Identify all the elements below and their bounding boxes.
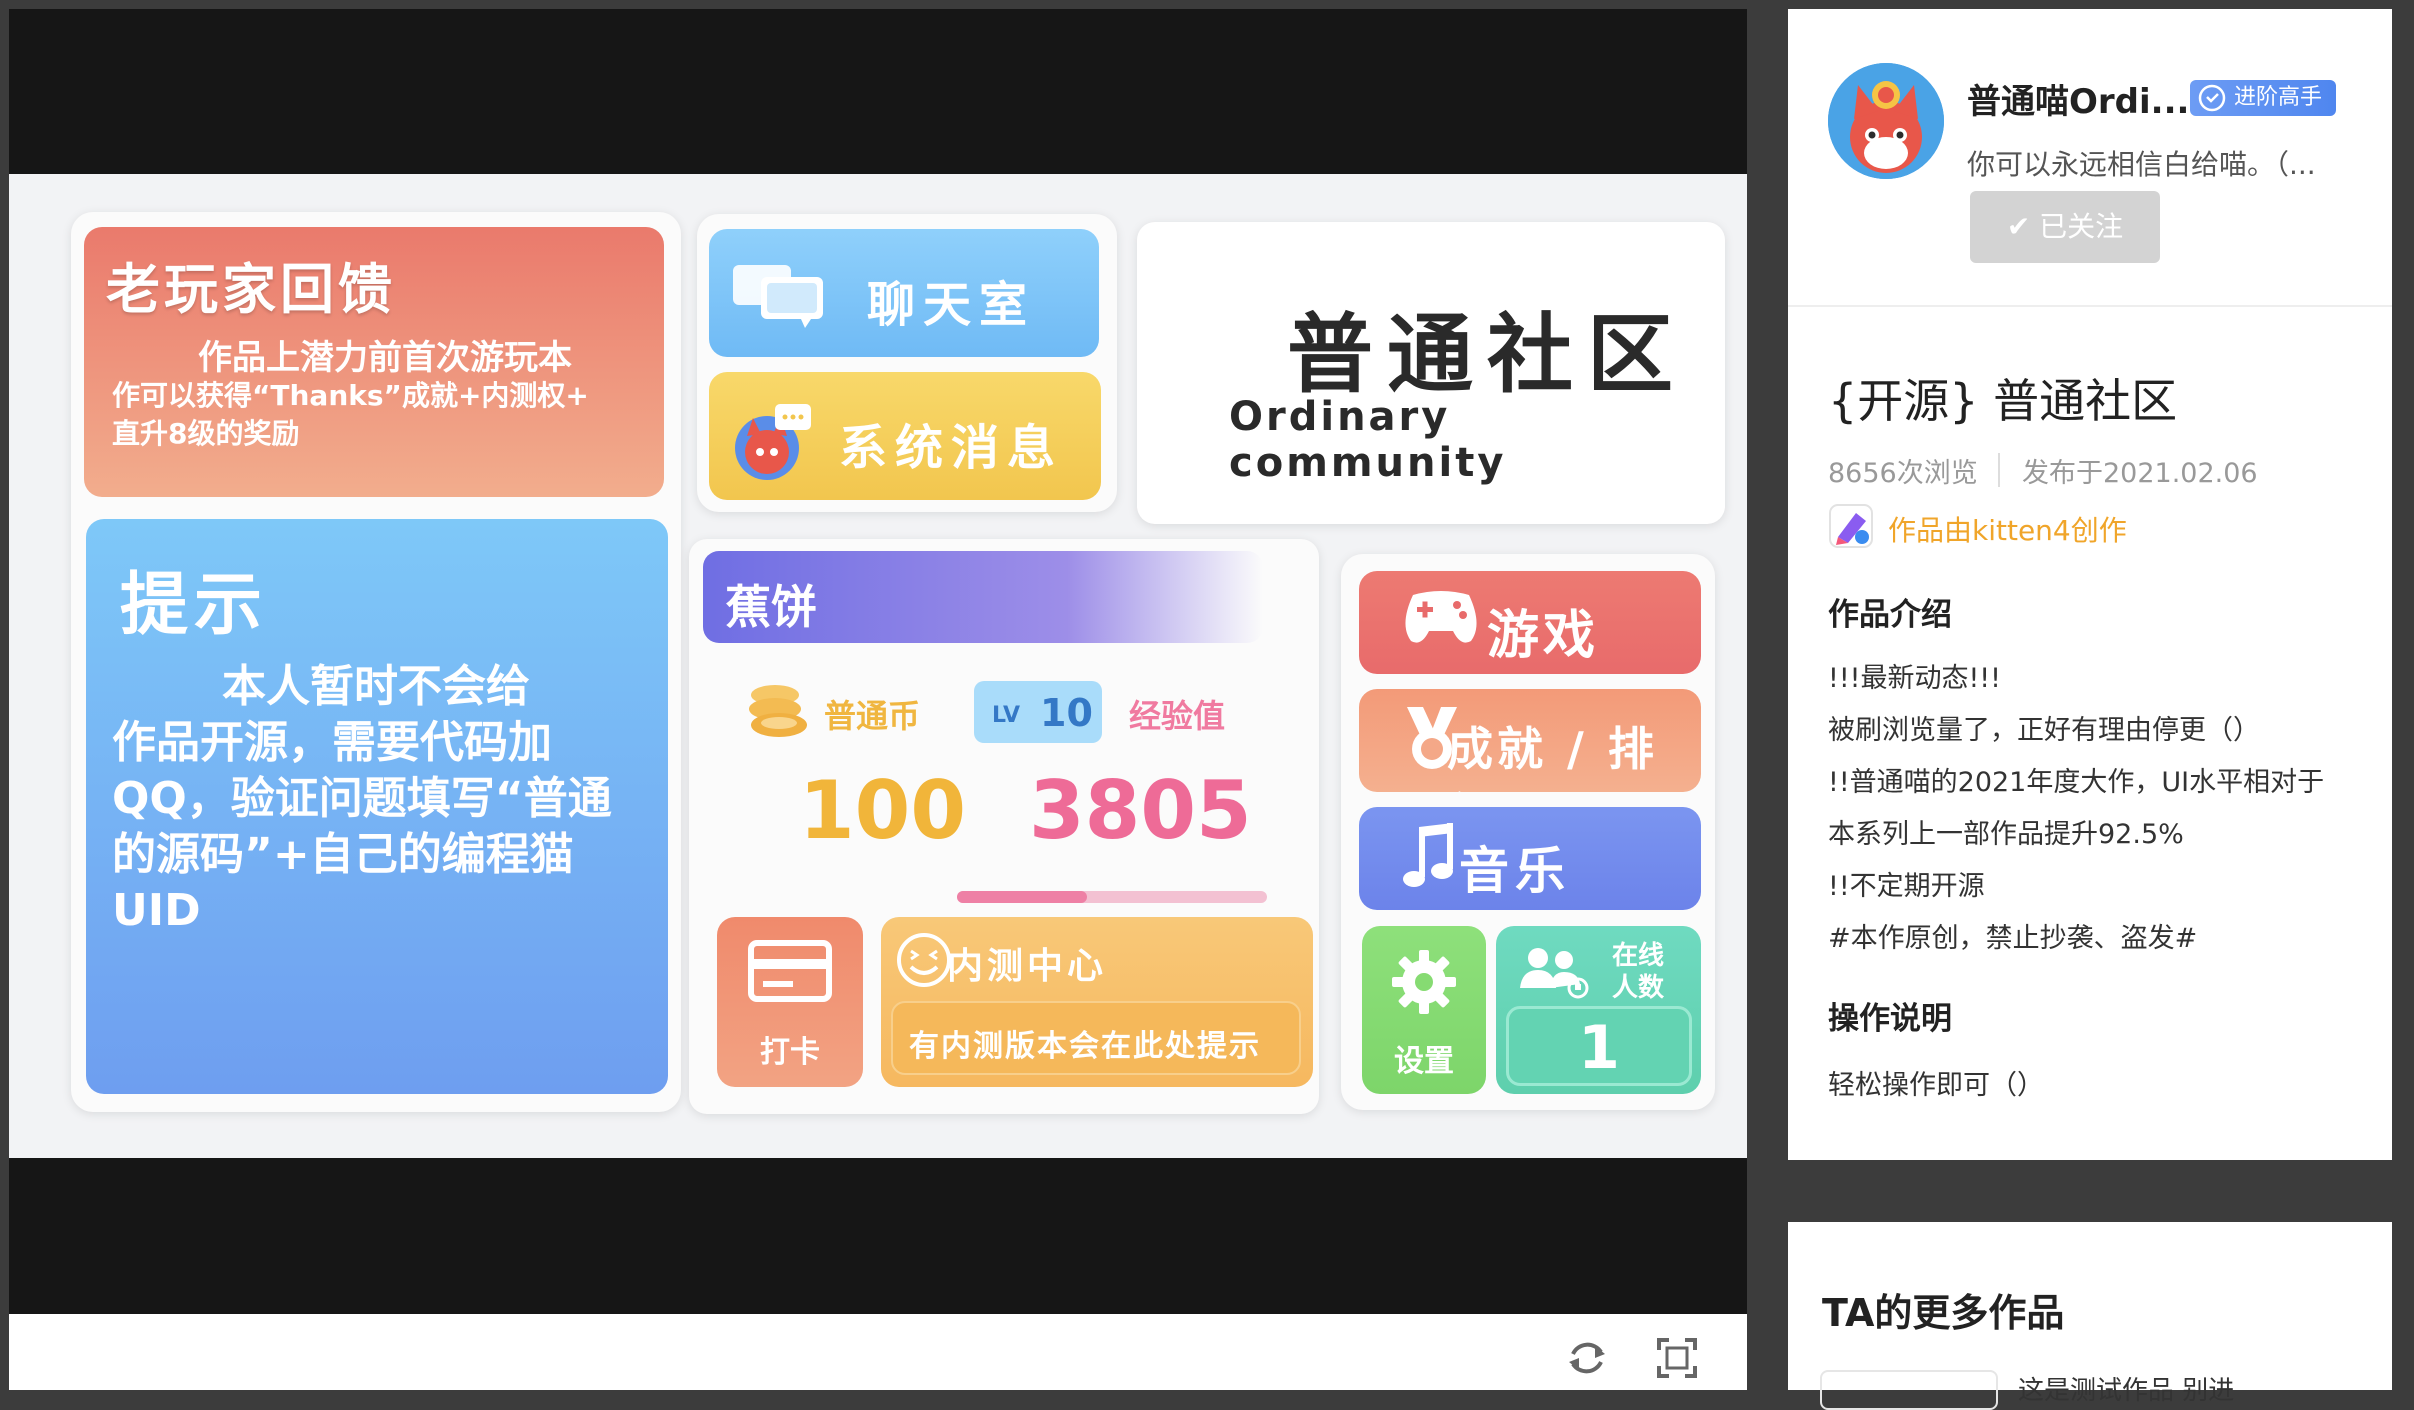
level-number: 10 (1040, 691, 1093, 735)
tip-description: 本人暂时不会给 作品开源，需要代码加 QQ，验证问题填写“普通 的源码”+自己的… (112, 659, 642, 939)
game-player: 老玩家回馈 作品上潜力前首次游玩本 作可以获得“Thanks”成就+内测权+ 直… (9, 9, 1747, 1390)
stats-title: 蕉饼 (725, 580, 817, 634)
intro-line: !!普通喵的2021年度大作，UI水平相对于 (1828, 767, 2325, 798)
achievement-rank-label: 成就 / 排行 (1447, 722, 1658, 792)
checkin-label: 打卡 (760, 1035, 820, 1070)
meta-separator (1998, 453, 2000, 487)
veteran-reward-card: 老玩家回馈 作品上潜力前首次游玩本 作可以获得“Thanks”成就+内测权+ 直… (84, 227, 664, 497)
author-badge-label: 进阶高手 (2234, 85, 2323, 110)
online-count-box: 1 (1506, 1006, 1692, 1086)
author-name[interactable]: 普通喵Ordi... (1967, 74, 2189, 123)
shield-icon (2198, 84, 2226, 112)
publish-date: 发布于2021.02.06 (2022, 458, 2258, 489)
chat-room-label: 聊天室 (867, 277, 1036, 333)
game-stage[interactable]: 老玩家回馈 作品上潜力前首次游玩本 作可以获得“Thanks”成就+内测权+ 直… (9, 174, 1747, 1158)
chat-bubbles-icon (733, 265, 823, 328)
veteran-line: 作品上潜力前首次游玩本 (198, 338, 572, 378)
music-note-icon (1403, 823, 1453, 887)
intro-line: 被刷浏览量了，正好有理由停更（） (1828, 715, 2260, 746)
veteran-title: 老玩家回馈 (106, 258, 396, 321)
intro-heading: 作品介绍 (1828, 597, 1952, 633)
intro-line: 本系列上一部作品提升92.5% (1828, 819, 2184, 850)
achievement-rank-button[interactable]: 成就 / 排行 (1359, 689, 1701, 792)
exp-progress-bar (957, 891, 1267, 903)
work-item-title[interactable]: 这是测试作品 别进 (2018, 1370, 2234, 1407)
mascot-message-icon (735, 404, 811, 480)
player-controls (9, 1314, 1747, 1390)
settings-button[interactable]: 设置 (1362, 926, 1486, 1094)
kitten-editor-icon (1829, 504, 1873, 548)
work-info-card: 普通喵Ordi... 进阶高手 你可以永远相信白给喵。（... ✔ 已关注 {开… (1788, 9, 2392, 1160)
exp-progress-fill (957, 891, 1088, 903)
exp-value: 3805 (1029, 764, 1252, 857)
beta-center-button[interactable]: 内测中心 有内测版本会在此处提示 (881, 917, 1313, 1087)
music-label: 音乐 (1459, 842, 1571, 900)
gamepad-icon (1405, 591, 1477, 643)
work-title: {开源} 普通社区 (1828, 374, 2178, 428)
game-button[interactable]: 游戏 (1359, 571, 1701, 674)
community-title: 普通社区 (1287, 305, 1687, 405)
ops-text: 轻松操作即可（） (1828, 1070, 2044, 1101)
online-count: 1 (1578, 1013, 1620, 1083)
music-button[interactable]: 音乐 (1359, 807, 1701, 910)
checkin-button[interactable]: 打卡 (717, 917, 863, 1087)
more-works-card: TA的更多作品 这是测试作品 别进 (1788, 1222, 2392, 1410)
tip-card: 提示 本人暂时不会给 作品开源，需要代码加 QQ，验证问题填写“普通 的源码”+… (86, 519, 668, 1094)
beta-notice-text: 有内测版本会在此处提示 (909, 1029, 1261, 1064)
system-message-label: 系统消息 (839, 420, 1064, 476)
gear-icon (1392, 950, 1456, 1014)
author-bio: 你可以永远相信白给喵。（... (1967, 148, 2316, 181)
exp-label: 经验值 (1129, 697, 1226, 735)
settings-label: 设置 (1394, 1044, 1454, 1079)
stats-header: 蕉饼 (703, 551, 1263, 643)
coin-value: 100 (799, 764, 966, 857)
work-thumbnail[interactable] (1820, 1370, 1998, 1410)
fullscreen-icon[interactable] (1655, 1336, 1699, 1380)
tip-line: 作品开源，需要代码加 (112, 717, 552, 768)
level-badge: LV 10 (974, 681, 1102, 743)
intro-line: #本作原创，禁止抄袭、盗发# (1828, 923, 2198, 954)
online-count-card: 在线人数 1 (1496, 926, 1701, 1094)
beta-notice-box: 有内测版本会在此处提示 (891, 1001, 1301, 1075)
chat-room-button[interactable]: 聊天室 (709, 229, 1099, 357)
follow-button[interactable]: ✔ 已关注 (1970, 191, 2160, 263)
game-label: 游戏 (1487, 606, 1600, 666)
author-level-badge: 进阶高手 (2190, 80, 2337, 116)
veteran-description: 作品上潜力前首次游玩本 作可以获得“Thanks”成就+内测权+ 直升8级的奖励 (112, 339, 652, 453)
coin-label: 普通币 (824, 697, 921, 735)
fox-avatar-icon (1828, 63, 1944, 179)
tip-line: UID (112, 885, 201, 936)
coins-icon (749, 685, 807, 737)
users-icon (1520, 948, 1589, 999)
beta-center-title: 内测中心 (947, 946, 1108, 987)
more-works-heading: TA的更多作品 (1822, 1291, 2065, 1335)
tip-line: QQ，验证问题填写“普通 (112, 773, 612, 824)
avatar[interactable] (1828, 63, 1944, 179)
divider (1788, 305, 2392, 307)
system-message-button[interactable]: 系统消息 (709, 372, 1101, 500)
community-subtitle: Ordinary community (1229, 394, 1507, 486)
view-count: 8656次浏览 (1828, 458, 1978, 489)
refresh-icon[interactable] (1565, 1336, 1609, 1380)
smile-face-icon (897, 933, 951, 987)
intro-line: !!不定期开源 (1828, 871, 1985, 902)
card-icon (748, 940, 832, 1002)
intro-text: !!!最新动态!!! 被刷浏览量了，正好有理由停更（） !!普通喵的2021年度… (1828, 653, 2368, 965)
tip-line: 的源码”+自己的编程猫 (112, 829, 574, 880)
ops-heading: 操作说明 (1828, 1001, 1952, 1037)
creator-link[interactable]: 作品由kitten4创作 (1888, 509, 2127, 549)
community-title-card: 普通社区 Ordinary community (1137, 222, 1725, 524)
level-prefix: LV (992, 703, 1021, 728)
tip-title: 提示 (120, 566, 269, 645)
tip-line: 本人暂时不会给 (222, 661, 530, 712)
intro-line: !!!最新动态!!! (1828, 663, 2001, 694)
online-label: 在线人数 (1611, 941, 1664, 1003)
veteran-line: 直升8级的奖励 (112, 417, 300, 450)
veteran-line: 作可以获得“Thanks”成就+内测权+ (112, 379, 589, 412)
